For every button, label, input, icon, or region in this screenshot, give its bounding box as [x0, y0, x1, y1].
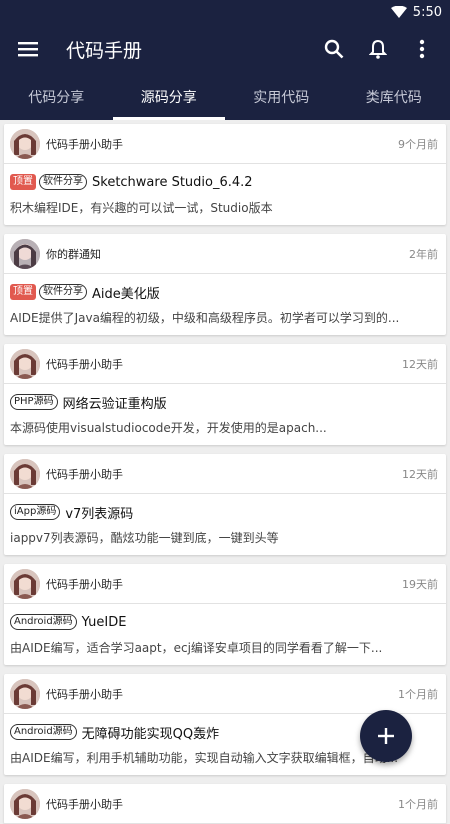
- post-card[interactable]: 你的群通知 2年前 顶置 软件分享 Aide美化版 AIDE提供了Java编程的…: [4, 234, 446, 335]
- post-card[interactable]: 代码手册小助手 12天前 iApp源码 v7列表源码 iappv7列表源码，酷炫…: [4, 454, 446, 555]
- post-time: 19天前: [402, 576, 438, 592]
- plus-icon: [378, 728, 394, 744]
- menu-icon[interactable]: [16, 37, 40, 61]
- post-card[interactable]: 代码手册小助手 12天前 PHP源码 网络云验证重构版 本源码使用visuals…: [4, 344, 446, 445]
- post-description: AIDE提供了Java编程的初级，中级和高级程序员。初学者可以学习到的...: [10, 309, 438, 326]
- add-post-button[interactable]: [360, 710, 412, 762]
- post-title: 网络云验证重构版: [63, 393, 167, 412]
- post-author[interactable]: 代码手册小助手: [46, 576, 402, 592]
- pinned-badge: 顶置: [10, 284, 36, 300]
- post-author[interactable]: 代码手册小助手: [46, 136, 398, 152]
- avatar[interactable]: [10, 679, 40, 709]
- post-header: 代码手册小助手 1个月前: [4, 784, 446, 824]
- post-title: Sketchware Studio_6.4.2: [92, 175, 253, 190]
- post-time: 1个月前: [398, 686, 438, 702]
- avatar[interactable]: [10, 789, 40, 819]
- pinned-badge: 顶置: [10, 174, 36, 190]
- post-card[interactable]: 代码手册小助手 1个月前: [4, 784, 446, 824]
- tab-library-code[interactable]: 类库代码: [338, 74, 450, 120]
- status-bar: 5:50: [0, 0, 450, 24]
- post-header: 代码手册小助手 19天前: [4, 564, 446, 604]
- post-header: 代码手册小助手 12天前: [4, 454, 446, 494]
- post-author[interactable]: 代码手册小助手: [46, 796, 398, 812]
- category-badge: 软件分享: [39, 284, 87, 300]
- post-card[interactable]: 代码手册小助手 9个月前 顶置 软件分享 Sketchware Studio_6…: [4, 124, 446, 225]
- wifi-icon: [391, 6, 407, 18]
- post-title: YueIDE: [82, 615, 127, 630]
- post-author[interactable]: 代码手册小助手: [46, 466, 402, 482]
- status-time: 5:50: [413, 5, 442, 20]
- avatar[interactable]: [10, 349, 40, 379]
- post-header: 你的群通知 2年前: [4, 234, 446, 274]
- post-title-row: iApp源码 v7列表源码: [10, 501, 438, 523]
- avatar[interactable]: [10, 459, 40, 489]
- avatar[interactable]: [10, 239, 40, 269]
- post-description: 积木编程IDE，有兴趣的可以试一试，Studio版本: [10, 199, 438, 216]
- bell-icon[interactable]: [356, 27, 400, 71]
- post-header: 代码手册小助手 12天前: [4, 344, 446, 384]
- search-icon[interactable]: [312, 27, 356, 71]
- category-badge: Android源码: [10, 724, 77, 740]
- post-body: iApp源码 v7列表源码 iappv7列表源码，酷炫功能一键到底，一键到头等: [4, 494, 446, 555]
- post-time: 12天前: [402, 356, 438, 372]
- post-author[interactable]: 代码手册小助手: [46, 356, 402, 372]
- post-title-row: PHP源码 网络云验证重构版: [10, 391, 438, 413]
- post-header: 代码手册小助手 9个月前: [4, 124, 446, 164]
- tab-code-share[interactable]: 代码分享: [0, 74, 113, 120]
- post-time: 9个月前: [398, 136, 438, 152]
- avatar[interactable]: [10, 129, 40, 159]
- post-body: Android源码 YueIDE 由AIDE编写，适合学习aapt，ecj编译安…: [4, 604, 446, 665]
- post-time: 1个月前: [398, 796, 438, 812]
- post-description: 由AIDE编写，适合学习aapt，ecj编译安卓项目的同学看看了解一下...: [10, 639, 438, 656]
- app-title: 代码手册: [66, 36, 312, 63]
- post-time: 2年前: [409, 246, 438, 262]
- post-author[interactable]: 代码手册小助手: [46, 686, 398, 702]
- post-body: 顶置 软件分享 Sketchware Studio_6.4.2 积木编程IDE，…: [4, 164, 446, 225]
- tab-useful-code[interactable]: 实用代码: [225, 74, 338, 120]
- post-title: 无障碍功能实现QQ轰炸: [82, 723, 219, 742]
- post-header: 代码手册小助手 1个月前: [4, 674, 446, 714]
- post-title-row: Android源码 YueIDE: [10, 611, 438, 633]
- post-title-row: 顶置 软件分享 Aide美化版: [10, 281, 438, 303]
- app-bar: 代码手册: [0, 24, 450, 74]
- post-card[interactable]: 代码手册小助手 19天前 Android源码 YueIDE 由AIDE编写，适合…: [4, 564, 446, 665]
- category-badge: iApp源码: [10, 504, 60, 520]
- post-body: PHP源码 网络云验证重构版 本源码使用visualstudiocode开发，开…: [4, 384, 446, 445]
- more-vert-icon[interactable]: [400, 27, 444, 71]
- post-title: v7列表源码: [65, 503, 133, 522]
- post-title-row: 顶置 软件分享 Sketchware Studio_6.4.2: [10, 171, 438, 193]
- tab-bar: 代码分享 源码分享 实用代码 类库代码: [0, 74, 450, 120]
- category-badge: PHP源码: [10, 394, 58, 410]
- post-author[interactable]: 你的群通知: [46, 246, 409, 262]
- category-badge: 软件分享: [39, 174, 87, 190]
- post-title: Aide美化版: [92, 283, 160, 302]
- category-badge: Android源码: [10, 614, 77, 630]
- avatar[interactable]: [10, 569, 40, 599]
- post-body: 顶置 软件分享 Aide美化版 AIDE提供了Java编程的初级，中级和高级程序…: [4, 274, 446, 335]
- post-description: iappv7列表源码，酷炫功能一键到底，一键到头等: [10, 529, 438, 546]
- post-time: 12天前: [402, 466, 438, 482]
- post-description: 本源码使用visualstudiocode开发，开发使用的是apach...: [10, 419, 438, 436]
- tab-source-share[interactable]: 源码分享: [113, 74, 226, 120]
